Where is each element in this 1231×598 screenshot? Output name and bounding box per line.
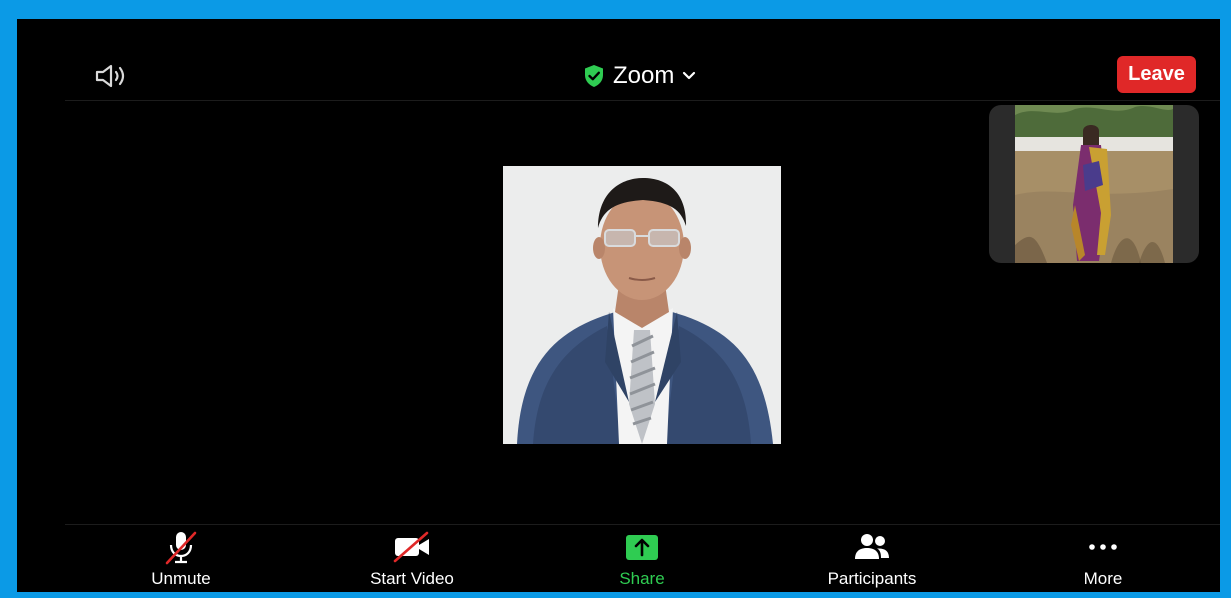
bottom-divider (65, 524, 1220, 525)
share-button[interactable]: Share (567, 529, 717, 589)
speaker-button[interactable] (91, 59, 131, 93)
thumbnail-photo (1015, 105, 1173, 263)
chevron-down-icon (683, 71, 696, 80)
share-screen-icon (626, 535, 658, 560)
meeting-top-bar: Zoom Leave (17, 19, 1220, 101)
participants-icon (855, 534, 889, 559)
more-dots-icon (1089, 544, 1117, 550)
active-speaker-video (503, 166, 781, 444)
muted-microphone-icon (165, 531, 197, 565)
thumbnail-video (1015, 105, 1173, 263)
meeting-title-dropdown[interactable]: Zoom (583, 59, 696, 93)
participants-button[interactable]: Participants (797, 529, 947, 589)
start-video-label: Start Video (370, 569, 454, 588)
unmute-button[interactable]: Unmute (106, 529, 256, 589)
more-label: More (1083, 569, 1123, 588)
video-off-icon (393, 531, 429, 563)
share-label: Share (619, 569, 665, 588)
unmute-label: Unmute (151, 569, 211, 588)
more-button[interactable]: More (1028, 529, 1178, 589)
meeting-screen: Zoom Leave Unmute Start Video Share Part… (17, 19, 1220, 592)
meeting-title: Zoom (613, 62, 675, 89)
speaker-portrait (503, 166, 781, 444)
leave-button[interactable]: Leave (1117, 56, 1196, 93)
start-video-button[interactable]: Start Video (337, 529, 487, 589)
participants-label: Participants (827, 569, 917, 588)
secure-shield-icon (585, 65, 603, 87)
top-divider (65, 100, 1220, 101)
participant-thumbnail[interactable] (989, 105, 1199, 263)
speaker-icon (95, 64, 125, 88)
